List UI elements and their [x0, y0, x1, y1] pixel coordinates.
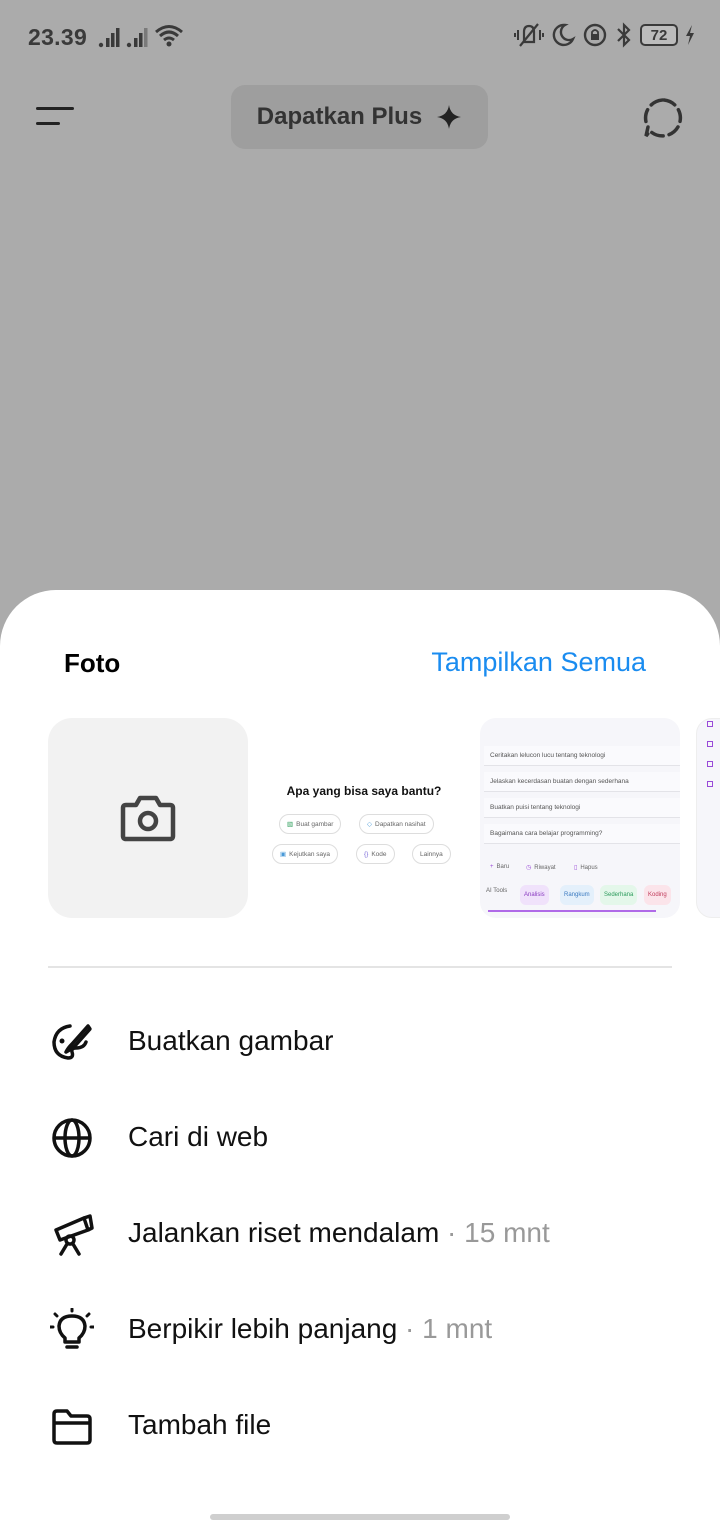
- thumbnail-chip: Lainnya: [412, 844, 451, 864]
- photo-thumbnail[interactable]: Apa yang bisa saya bantu? ▧ Buat gambar ◇…: [264, 718, 464, 918]
- status-left-icons: [98, 24, 184, 48]
- action-label: Berpikir lebih panjang · 1 mnt: [128, 1313, 492, 1345]
- status-time: 23.39: [28, 24, 88, 50]
- thumbnail-row: Jelaskan kecerdasan buatan dengan sederh…: [484, 772, 680, 792]
- chip-label: Lainnya: [420, 850, 443, 858]
- thumbnail-row: Bagaimana cara belajar programming?: [484, 824, 680, 844]
- thumbnail-mark: [707, 781, 713, 787]
- action-label: Tambah file: [128, 1409, 271, 1441]
- bluetooth-icon: [617, 22, 631, 48]
- button-label: Baru: [496, 864, 510, 870]
- button-label: Riwayat: [534, 864, 556, 871]
- deep-research-action[interactable]: Jalankan riset mendalam · 15 mnt: [0, 1184, 720, 1280]
- thumbnail-mark: [707, 761, 713, 767]
- thumbnail-row: Buatkan puisi tentang teknologi: [484, 798, 680, 818]
- thumbnail-tag: Analisis: [520, 885, 549, 905]
- sparkle-icon: [437, 105, 462, 129]
- thumbnail-tag: Rangkum: [560, 885, 594, 905]
- action-duration: · 1 mnt: [397, 1313, 493, 1344]
- palette-brush-icon: [52, 1024, 92, 1060]
- thumbnail-mark: [707, 721, 713, 727]
- lightbulb-icon: [50, 1308, 94, 1349]
- signal-icon: [98, 28, 120, 48]
- thumbnail-tag: Koding: [644, 885, 671, 905]
- chip-label: Buat gambar: [296, 820, 334, 828]
- rotation-lock-icon: [583, 23, 607, 47]
- action-label-text: Cari di web: [128, 1121, 269, 1152]
- charging-icon: [686, 25, 694, 45]
- menu-button[interactable]: [36, 102, 76, 132]
- thumbnail-button: ▯ Hapus: [574, 864, 598, 872]
- show-all-link[interactable]: Tampilkan Semua: [431, 647, 646, 678]
- home-indicator[interactable]: [210, 1514, 510, 1520]
- action-duration: · 15 mnt: [439, 1217, 550, 1248]
- attachment-sheet: Foto Tampilkan Semua Apa yang bisa saya …: [0, 590, 720, 1520]
- moon-icon: [552, 23, 576, 47]
- get-plus-label: Dapatkan Plus: [256, 103, 423, 130]
- thumbnail-chip: ◇ Dapatkan nasihat: [359, 814, 434, 834]
- folder-icon: [52, 1409, 92, 1445]
- thumbnail-title: Apa yang bisa saya bantu?: [286, 784, 442, 798]
- photo-strip[interactable]: Apa yang bisa saya bantu? ▧ Buat gambar ◇…: [48, 718, 720, 918]
- photo-thumbnail[interactable]: Ceritakan lelucon lucu tentang teknologi…: [480, 718, 680, 918]
- chip-label: Dapatkan nasihat: [375, 820, 426, 828]
- status-bar: 23.39 72: [0, 0, 720, 76]
- vibrate-mute-icon: [514, 23, 544, 47]
- telescope-icon: [54, 1214, 94, 1256]
- top-bar: Dapatkan Plus: [0, 84, 720, 150]
- battery-level: 72: [650, 26, 668, 44]
- thumbnail-mark: [707, 741, 713, 747]
- action-label-text: Tambah file: [128, 1409, 272, 1440]
- temporary-chat-button[interactable]: [642, 96, 686, 140]
- thumbnail-tag: Sederhana: [600, 885, 638, 905]
- get-plus-button[interactable]: Dapatkan Plus: [231, 85, 488, 149]
- thumbnail-chip: {} Kode: [356, 844, 395, 864]
- thumbnail-chip: ▧ Buat gambar: [279, 814, 342, 834]
- think-longer-action[interactable]: Berpikir lebih panjang · 1 mnt: [0, 1280, 720, 1376]
- thumbnail-tools-label: AI Tools: [486, 888, 508, 894]
- action-label: Cari di web: [128, 1121, 268, 1153]
- action-label-text: Jalankan riset mendalam: [128, 1217, 440, 1248]
- photo-thumbnail[interactable]: [696, 718, 720, 918]
- chip-label: Kejutkan saya: [289, 850, 330, 858]
- action-label-text: Berpikir lebih panjang: [128, 1313, 398, 1344]
- menu-icon: [36, 107, 74, 110]
- thumbnail-chip: ▣ Kejutkan saya: [272, 844, 338, 864]
- globe-icon: [52, 1118, 92, 1158]
- camera-button[interactable]: [48, 718, 248, 918]
- wifi-icon: [155, 25, 183, 47]
- thumbnail-button: ◷ Riwayat: [526, 864, 556, 872]
- action-label: Jalankan riset mendalam · 15 mnt: [128, 1217, 550, 1249]
- thumbnail-button: + Baru: [490, 864, 510, 870]
- thumbnail-row: Ceritakan lelucon lucu tentang teknologi: [484, 746, 680, 766]
- action-label: Buatkan gambar: [128, 1025, 333, 1057]
- dashed-chat-icon: [643, 98, 683, 138]
- section-divider: [48, 966, 672, 968]
- web-search-action[interactable]: Cari di web: [0, 1088, 720, 1184]
- battery-indicator: 72: [640, 24, 678, 46]
- add-file-action[interactable]: Tambah file: [0, 1376, 720, 1472]
- signal-icon-2: [126, 28, 148, 48]
- camera-icon: [120, 795, 176, 842]
- create-image-action[interactable]: Buatkan gambar: [0, 992, 720, 1088]
- thumbnail-accent-line: [488, 910, 656, 912]
- menu-icon-line: [36, 122, 60, 125]
- chip-label: Kode: [371, 850, 387, 858]
- button-label: Hapus: [580, 864, 598, 871]
- action-label-text: Buatkan gambar: [128, 1025, 334, 1056]
- status-right-icons: 72: [514, 22, 696, 48]
- photos-section-title: Foto: [64, 648, 121, 678]
- action-list: Buatkan gambar Cari di web Jalankan rise…: [0, 992, 720, 1472]
